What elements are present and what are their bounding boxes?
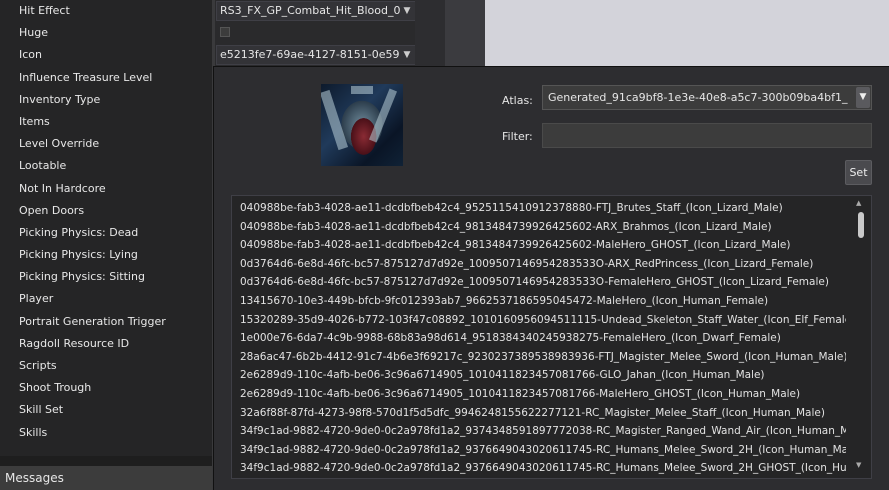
property-label: Ragdoll Resource ID	[19, 336, 130, 350]
property-label: Inventory Type	[19, 92, 101, 106]
property-row[interactable]: Picking Physics: Sitting	[0, 266, 212, 288]
huge-row	[215, 22, 415, 44]
messages-tab-label: Messages	[5, 471, 64, 485]
property-label: Huge	[19, 26, 48, 40]
icon-list-item[interactable]: 040988be-fab3-4028-ae11-dcdbfbeb42c4_981…	[232, 218, 846, 237]
icon-row: e5213fe7-69ae-4127-8151-0e59abf8 ▼	[215, 44, 416, 66]
property-row[interactable]: Huge	[0, 22, 212, 44]
icon-list-item[interactable]: 34f9c1ad-9882-4720-9de0-0c2a978fd1a2_937…	[232, 459, 846, 478]
property-row[interactable]: Player	[0, 288, 212, 310]
property-row[interactable]: Portrait Generation Trigger	[0, 311, 212, 333]
icon-list-item[interactable]: 34f9c1ad-9882-4720-9de0-0c2a978fd1a2_937…	[232, 441, 846, 460]
huge-checkbox[interactable]	[220, 27, 230, 37]
messages-tab[interactable]: Messages	[0, 466, 212, 490]
property-label: Portrait Generation Trigger	[19, 314, 166, 328]
property-row[interactable]: Inventory Type	[0, 89, 212, 111]
list-scrollbar[interactable]: ▲ ▼	[851, 196, 871, 478]
viewport-canvas[interactable]	[485, 0, 889, 66]
property-label: Skill Set	[19, 403, 64, 417]
scroll-up-icon[interactable]: ▲	[856, 199, 861, 207]
icon-list-items: 040988be-fab3-4028-ae11-dcdbfbeb42c4_952…	[232, 196, 871, 478]
icon-preview-image	[321, 84, 403, 166]
property-row[interactable]: Shoot Trough	[0, 377, 212, 399]
property-row[interactable]: Ragdoll Resource ID	[0, 333, 212, 355]
hit-effect-row: RS3_FX_GP_Combat_Hit_Blood_01_M ▼	[215, 0, 416, 22]
icon-list-item[interactable]: 040988be-fab3-4028-ae11-dcdbfbeb42c4_952…	[232, 199, 846, 218]
property-row[interactable]: Lootable	[0, 155, 212, 177]
scrollbar-thumb[interactable]	[858, 212, 864, 238]
property-row[interactable]: Picking Physics: Lying	[0, 244, 212, 266]
property-label: Skills	[19, 425, 48, 439]
icon-list-item[interactable]: 32a6f88f-87fd-4273-98f8-570d1f5d5dfc_994…	[232, 404, 846, 423]
icon-list-item[interactable]: 2e6289d9-110c-4afb-be06-3c96a6714905_101…	[232, 385, 846, 404]
atlas-dropdown[interactable]: Generated_91ca9bf8-1e3e-40e8-a5c7-300b09…	[542, 85, 872, 110]
property-label: Influence Treasure Level	[19, 70, 153, 84]
property-label: Scripts	[19, 359, 57, 372]
property-label: Picking Physics: Dead	[19, 225, 139, 239]
property-row[interactable]: Level Override	[0, 133, 212, 155]
property-row[interactable]: Influence Treasure Level	[0, 67, 212, 89]
values-gutter	[415, 0, 445, 66]
property-row[interactable]: Skills	[0, 422, 212, 444]
icon-list-item[interactable]: 34f9c1ad-9882-4720-9de0-0c2a978fd1a2_937…	[232, 422, 846, 441]
icon-list-item[interactable]: 1e000e76-6da7-4c9b-9988-68b83a98d614_951…	[232, 329, 846, 348]
icon-value: e5213fe7-69ae-4127-8151-0e59abf8	[220, 48, 400, 61]
property-label: Player	[19, 292, 54, 306]
property-label: Open Doors	[19, 203, 85, 217]
atlas-label: Atlas:	[502, 94, 533, 107]
atlas-value: Generated_91ca9bf8-1e3e-40e8-a5c7-300b09…	[548, 91, 848, 104]
property-row[interactable]: Not In Hardcore	[0, 178, 212, 200]
viewport-border	[445, 0, 485, 66]
property-label: Lootable	[19, 159, 67, 173]
set-button[interactable]: Set	[845, 160, 872, 185]
property-label: Picking Physics: Sitting	[19, 270, 145, 284]
icon-picker-dialog: Atlas: Generated_91ca9bf8-1e3e-40e8-a5c7…	[213, 66, 889, 490]
icon-list[interactable]: 040988be-fab3-4028-ae11-dcdbfbeb42c4_952…	[231, 195, 872, 479]
property-list: Hit Effect Huge Icon Influence Treasure Lev…	[0, 0, 212, 456]
icon-list-item[interactable]: 2e6289d9-110c-4afb-be06-3c96a6714905_101…	[232, 366, 846, 385]
property-label: Not In Hardcore	[19, 181, 106, 195]
hit-effect-value: RS3_FX_GP_Combat_Hit_Blood_01_M	[220, 4, 400, 17]
property-label: Picking Physics: Lying	[19, 248, 138, 262]
property-row[interactable]: Items	[0, 111, 212, 133]
filter-input[interactable]	[542, 123, 872, 148]
filter-label: Filter:	[502, 130, 533, 143]
property-label: Items	[19, 114, 50, 128]
icon-list-item[interactable]: 0d3764d6-6e8d-46fc-bc57-875127d7d92e_100…	[232, 273, 846, 292]
property-label: Icon	[19, 48, 42, 62]
property-label: Hit Effect	[19, 4, 70, 17]
icon-list-item[interactable]: 28a6ac47-6b2b-4412-91c7-4b6e3f69217c_923…	[232, 348, 846, 367]
property-row[interactable]: Hit Effect	[0, 0, 212, 22]
chevron-down-icon[interactable]: ▼	[401, 47, 413, 63]
property-row[interactable]: Picking Physics: Dead	[0, 222, 212, 244]
hit-effect-combo[interactable]: RS3_FX_GP_Combat_Hit_Blood_01_M ▼	[216, 1, 416, 21]
property-row[interactable]: Scripts	[0, 355, 212, 377]
property-values: RS3_FX_GP_Combat_Hit_Blood_01_M ▼ e5213f…	[215, 0, 416, 66]
chevron-down-icon[interactable]: ▼	[856, 87, 870, 108]
icon-list-item[interactable]: 040988be-fab3-4028-ae11-dcdbfbeb42c4_981…	[232, 236, 846, 255]
icon-combo[interactable]: e5213fe7-69ae-4127-8151-0e59abf8 ▼	[216, 45, 416, 65]
property-row[interactable]: Open Doors	[0, 200, 212, 222]
property-row[interactable]: Icon	[0, 44, 212, 66]
icon-list-item[interactable]: 0d3764d6-6e8d-46fc-bc57-875127d7d92e_100…	[232, 255, 846, 274]
scroll-down-icon[interactable]: ▼	[856, 461, 861, 469]
property-label: Level Override	[19, 137, 100, 151]
messages-separator	[0, 456, 212, 466]
icon-list-item[interactable]: 13415670-10e3-449b-bfcb-9fc012393ab7_966…	[232, 292, 846, 311]
property-label: Shoot Trough	[19, 381, 92, 395]
icon-list-item[interactable]: 15320289-35d9-4026-b772-103f47c08892_101…	[232, 311, 846, 330]
property-row[interactable]: Skill Set	[0, 399, 212, 421]
chevron-down-icon[interactable]: ▼	[401, 3, 413, 19]
